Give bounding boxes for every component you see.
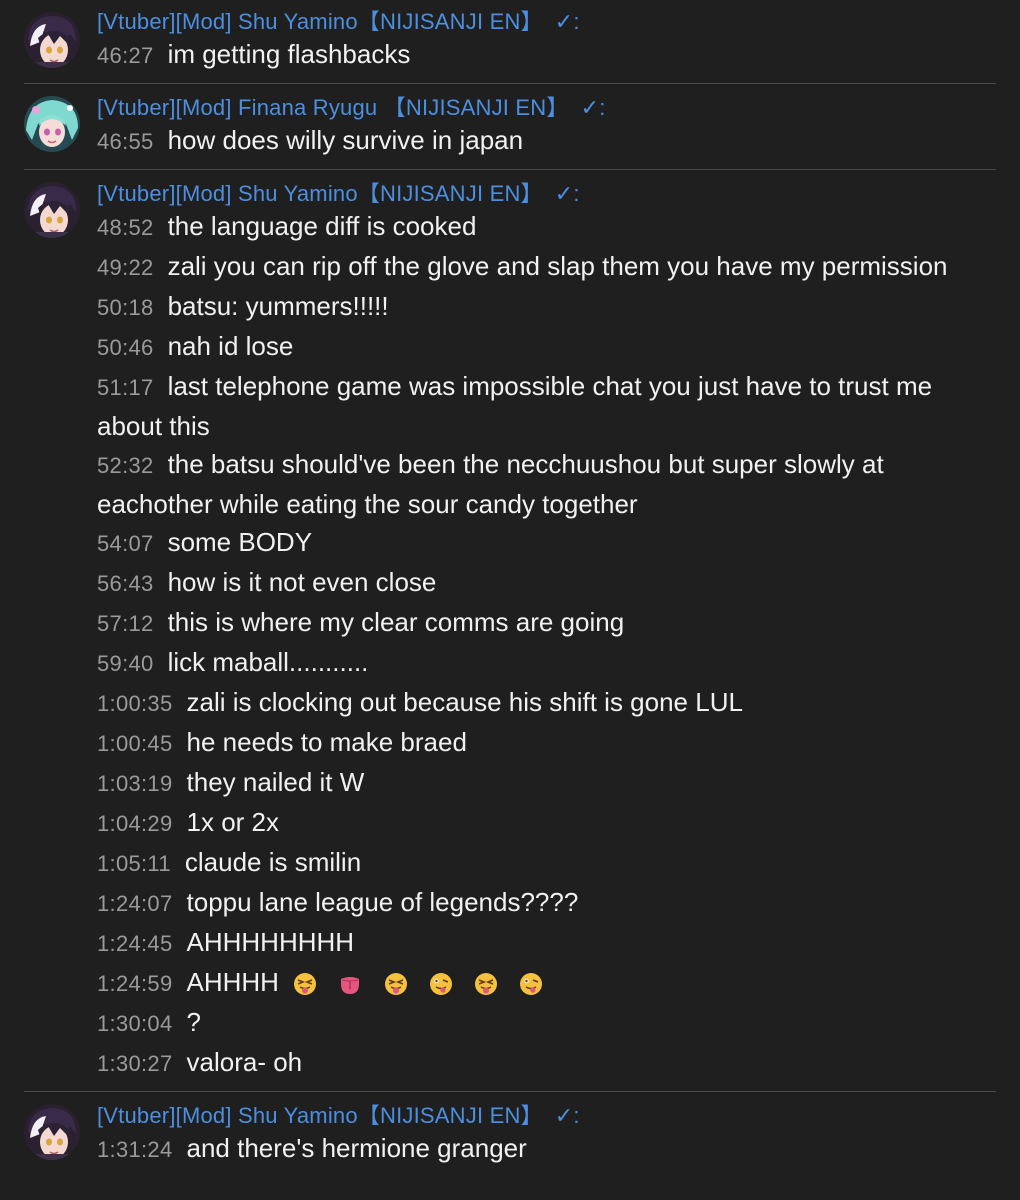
squint-tongue-emoji [384,973,407,996]
chat-message: 1:30:04? [97,1003,997,1043]
timestamp: 1:00:35 [97,691,173,716]
chat-message-group: [Vtuber][Mod] Finana Ryugu 【NIJISANJI EN… [0,84,1020,169]
timestamp: 50:46 [97,335,154,360]
timestamp: 1:30:04 [97,1011,173,1037]
author-name[interactable]: [Vtuber][Mod] Shu Yamino【NIJISANJI EN】 ✓: [97,1103,1020,1129]
finana-avatar[interactable] [24,96,80,152]
timestamp: 1:31:24 [97,1137,173,1163]
chat-message: 1:00:45 he needs to make braed [97,723,997,763]
timestamp: 59:40 [97,651,154,676]
message-text: AHHHHHHHH [186,927,355,957]
message-text: toppu lane league of legends???? [186,887,579,917]
message-text: batsu: yummers!!!!! [167,291,389,321]
message-text: he needs to make braed [186,727,467,757]
chat-message: 49:22 zali you can rip off the glove and … [97,247,997,287]
message-text: they nailed it W [186,767,365,797]
zany-face-emoji [429,973,452,996]
chat-message: 1:24:59 AHHHH [97,963,997,1003]
timestamp: 1:24:07 [97,891,173,916]
chat-message: 1:03:19 they nailed it W [97,763,997,803]
chat-message: 1:04:29 1x or 2x [97,803,997,843]
timestamp: 50:18 [97,295,154,320]
timestamp: 46:27 [97,43,154,68]
verified-check-icon: ✓: [554,1103,580,1129]
verified-check-icon: ✓: [554,9,580,34]
chat-message: 1:31:24 and there's hermione granger [97,1129,997,1169]
verified-check-icon: ✓: [554,181,580,206]
message-text: how is it not even close [167,567,437,597]
author-name[interactable]: [Vtuber][Mod] Finana Ryugu 【NIJISANJI EN… [97,95,1020,121]
timestamp: 54:07 [97,531,154,556]
message-text: this is where my clear comms are going [167,607,625,637]
chat-message: 1:24:45 AHHHHHHHH [97,923,997,963]
chat-message: 1:24:07 toppu lane league of legends???? [97,883,997,923]
author-label: [Vtuber][Mod] Finana Ryugu 【NIJISANJI EN… [97,95,569,120]
chat-message: 1:05:11 claude is smilin [97,843,997,883]
chat-message: 1:00:35 zali is clocking out because his … [97,683,997,723]
chat-message: 52:32 the batsu should've been the necchu… [97,445,997,523]
emoji-row [286,965,550,1003]
chat-log: [Vtuber][Mod] Shu Yamino【NIJISANJI EN】 ✓:… [0,0,1020,1177]
author-name[interactable]: [Vtuber][Mod] Shu Yamino【NIJISANJI EN】 ✓: [97,181,1020,207]
timestamp: 1:03:19 [97,771,173,796]
timestamp: 48:52 [97,215,154,240]
author-name[interactable]: [Vtuber][Mod] Shu Yamino【NIJISANJI EN】 ✓: [97,9,1020,35]
chat-message: 57:12 this is where my clear comms are go… [97,603,997,643]
message-text: lick maball........... [167,647,369,677]
message-text: ? [186,1007,201,1038]
timestamp: 1:00:45 [97,731,173,756]
timestamp: 49:22 [97,255,154,280]
chat-message-group: [Vtuber][Mod] Shu Yamino【NIJISANJI EN】 ✓:… [0,0,1020,83]
timestamp: 46:55 [97,129,154,154]
chat-message: 51:17 last telephone game was impossible … [97,367,997,445]
timestamp: 1:04:29 [97,811,173,836]
verified-check-icon: ✓: [580,95,606,120]
chat-message: 54:07 some BODY [97,523,997,563]
timestamp: 1:05:11 [97,851,171,876]
squint-tongue-emoji [294,973,317,996]
author-label: [Vtuber][Mod] Shu Yamino【NIJISANJI EN】 [97,1103,543,1129]
shu-avatar[interactable] [24,1104,80,1161]
message-text: claude is smilin [184,847,362,877]
chat-message: 46:27 im getting flashbacks [97,35,997,75]
message-text: 1x or 2x [186,807,280,837]
author-label: [Vtuber][Mod] Shu Yamino【NIJISANJI EN】 [97,9,543,34]
chat-message: 46:55 how does willy survive in japan [97,121,997,161]
message-text: zali you can rip off the glove and slap … [167,251,948,281]
chat-message: 50:18 batsu: yummers!!!!! [97,287,997,327]
timestamp: 51:17 [97,375,154,400]
message-text: last telephone game was impossible chat … [97,371,933,441]
message-text: how does willy survive in japan [167,125,524,155]
chat-message: 48:52 the language diff is cooked [97,207,997,247]
chat-message: 1:30:27 valora- oh [97,1043,997,1083]
shu-avatar[interactable] [24,182,80,238]
timestamp: 52:32 [97,453,154,478]
chat-message: 59:40 lick maball........... [97,643,997,683]
chat-message: 56:43 how is it not even close [97,563,997,603]
timestamp: 1:24:59 [97,971,173,996]
squint-tongue-emoji [475,973,498,996]
message-text: and there's hermione granger [186,1133,527,1164]
timestamp: 1:24:45 [97,931,173,956]
message-text: the batsu should've been the necchuushou… [97,449,884,519]
timestamp: 1:30:27 [97,1051,173,1077]
shu-avatar[interactable] [24,12,80,68]
message-text: some BODY [167,527,313,557]
zany-face-emoji [520,973,543,996]
chat-message: 50:46 nah id lose [97,327,997,367]
message-text: zali is clocking out because his shift i… [186,687,743,717]
timestamp: 57:12 [97,611,154,636]
message-text: the language diff is cooked [167,211,477,241]
message-text: nah id lose [167,331,294,361]
timestamp: 56:43 [97,571,154,596]
tongue-emoji [341,977,360,995]
chat-message-group: [Vtuber][Mod] Shu Yamino【NIJISANJI EN】 ✓:… [0,170,1020,1091]
chat-message-group: [Vtuber][Mod] Shu Yamino【NIJISANJI EN】 ✓:… [0,1092,1020,1177]
message-text: valora- oh [186,1047,303,1078]
author-label: [Vtuber][Mod] Shu Yamino【NIJISANJI EN】 [97,181,543,206]
message-text: AHHHH [186,967,279,997]
message-text: im getting flashbacks [167,39,411,69]
